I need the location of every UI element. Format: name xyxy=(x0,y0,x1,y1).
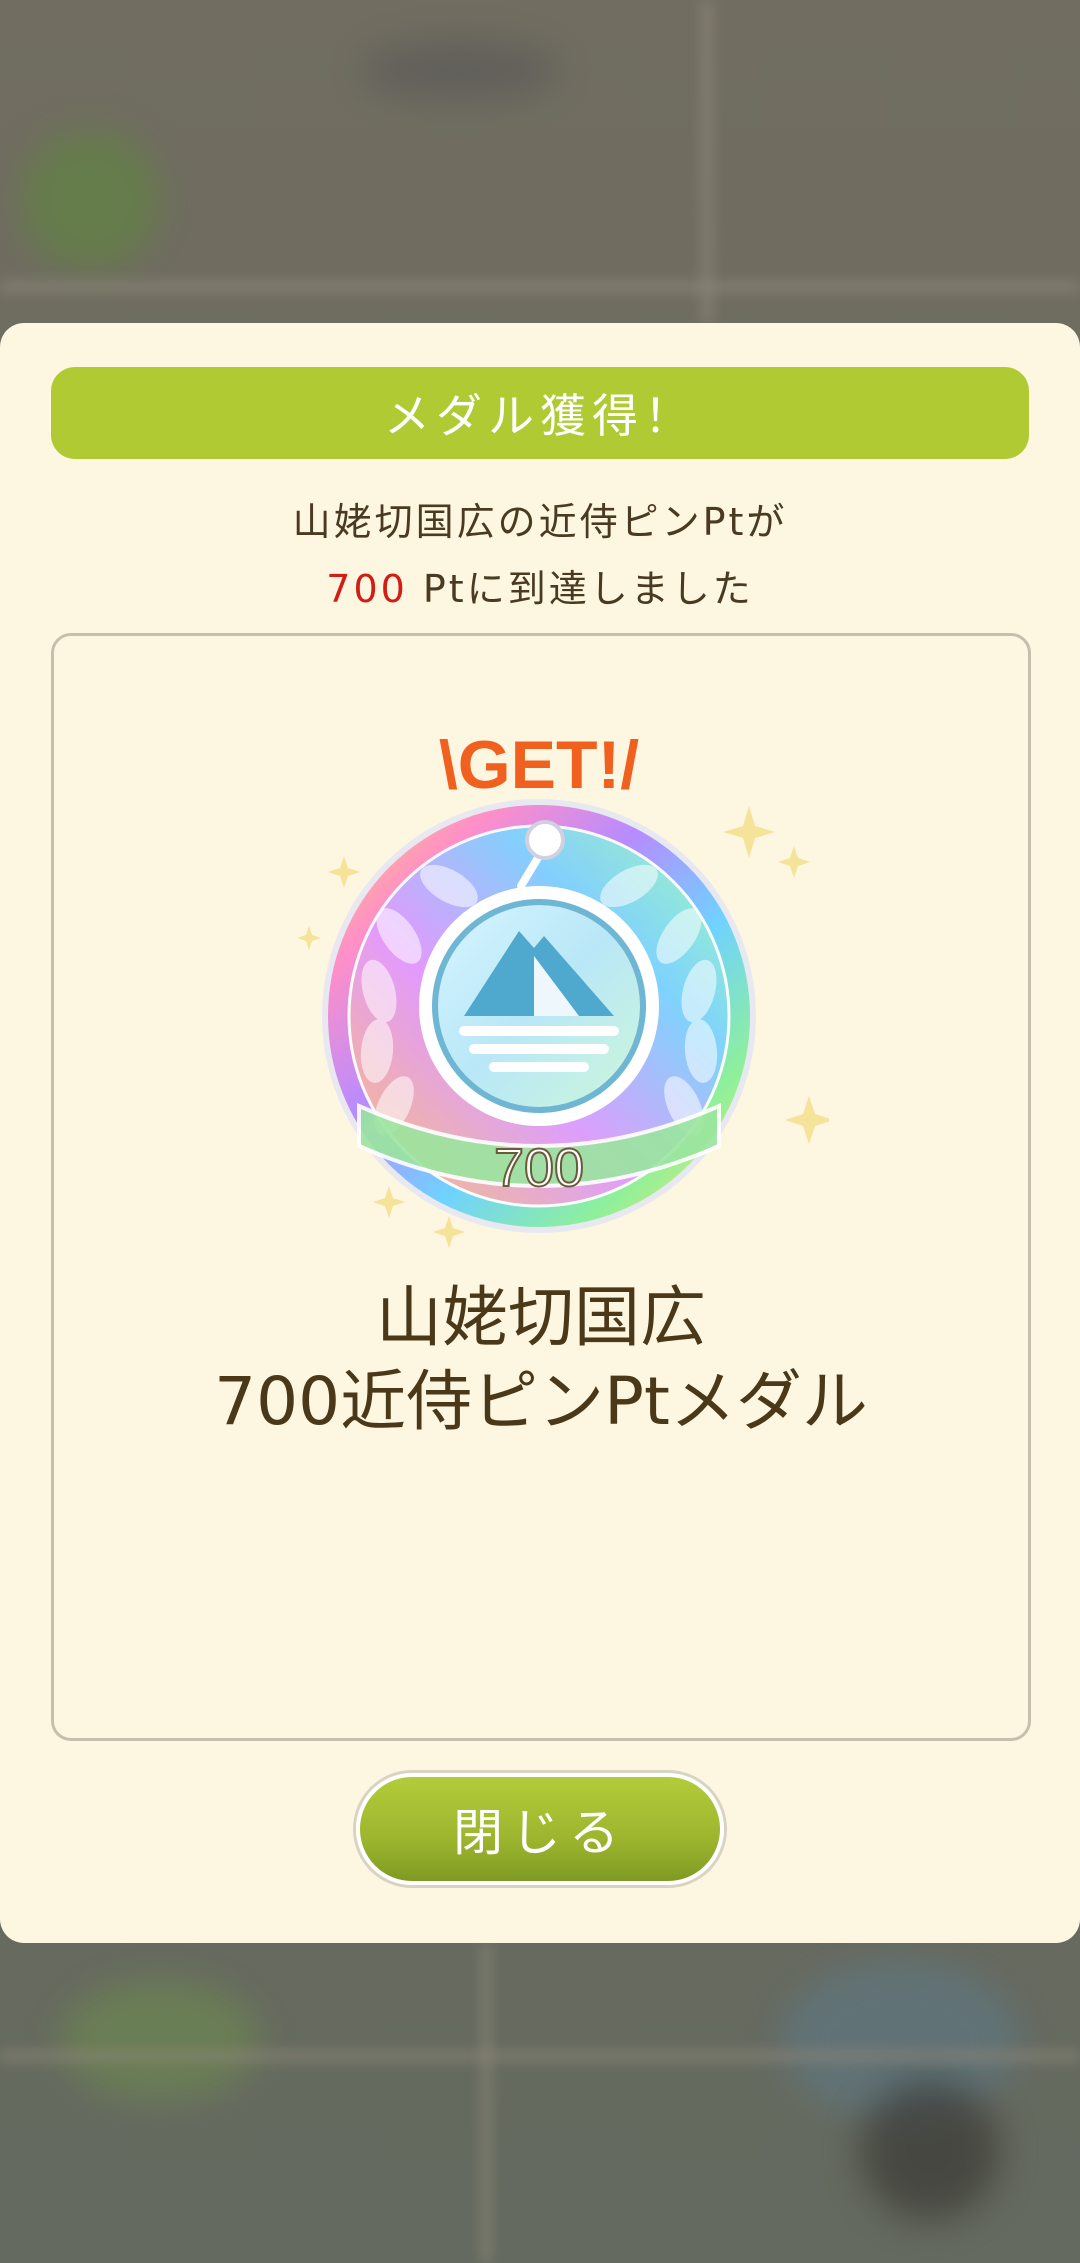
medal-title-line-2: 700近侍ピンPtメダル xyxy=(214,1363,868,1440)
message-line-2: 700 Ptに到達しました xyxy=(0,558,1080,613)
rainbow-medal-icon: \GET!/ 700 xyxy=(297,727,829,1248)
close-button-label: 閉じる xyxy=(453,1804,627,1862)
dialog-header: メダル獲得！ xyxy=(51,367,1029,459)
message-line-2-rest: Ptに到達しました xyxy=(407,567,754,611)
medal-number: 700 xyxy=(494,1138,584,1198)
medal-panel: \GET!/ 700 山姥切国広 700近侍ピンPtメダル xyxy=(51,633,1031,1741)
get-label: \GET!/ xyxy=(439,727,639,803)
points-value: 700 xyxy=(326,567,408,611)
close-button[interactable]: 閉じる xyxy=(356,1773,724,1885)
medal-dialog: メダル獲得！ 山姥切国広の近侍ピンPtが 700 Ptに到達しました \GET!… xyxy=(0,323,1080,1943)
dialog-header-text: メダル獲得！ xyxy=(384,389,696,443)
medal-title-line-1: 山姥切国広 xyxy=(376,1279,706,1356)
message-line-1: 山姥切国広の近侍ピンPtが xyxy=(292,500,788,544)
